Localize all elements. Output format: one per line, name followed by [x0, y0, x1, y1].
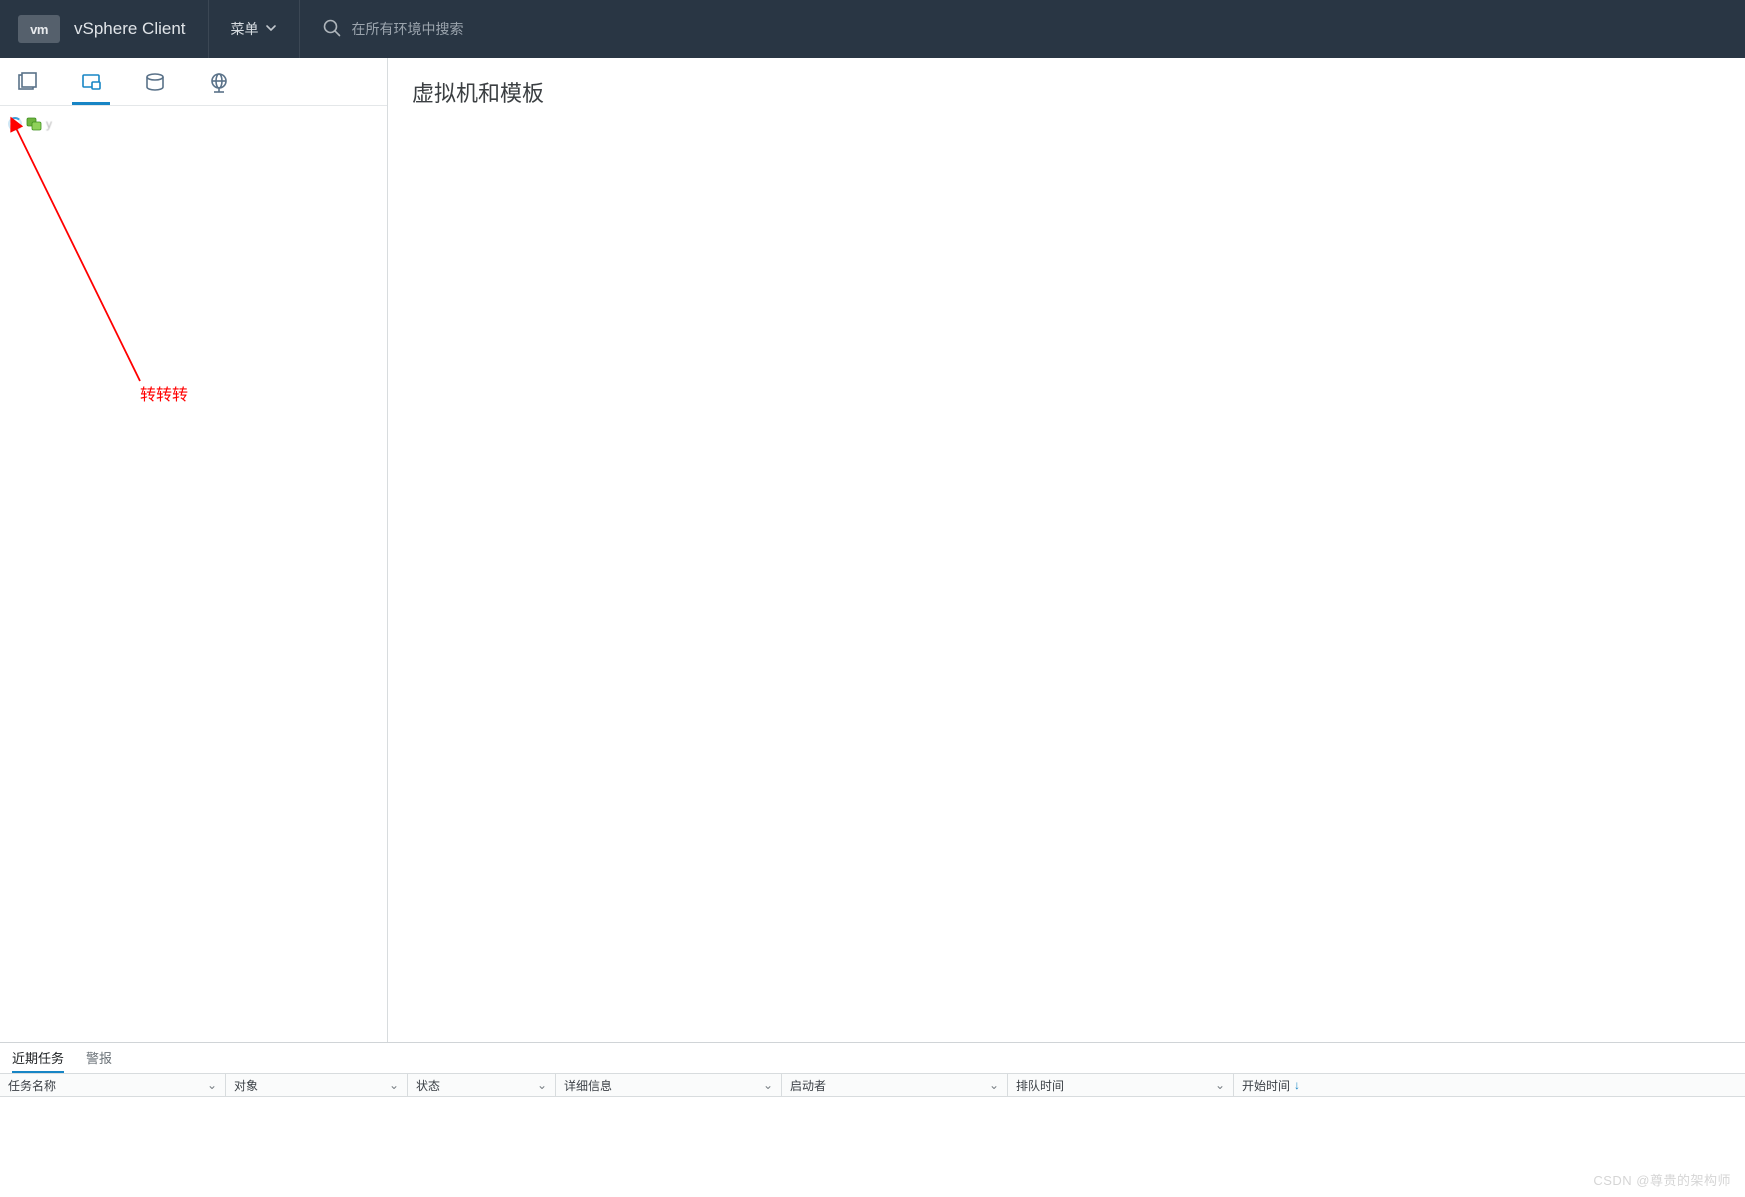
menu-dropdown[interactable]: 菜单: [231, 19, 277, 39]
tab-networking[interactable]: [204, 60, 234, 104]
col-start-time[interactable]: 开始时间 ↓: [1234, 1074, 1745, 1096]
chevron-down-icon: ⌄: [757, 1078, 773, 1092]
loading-spinner-icon: [8, 117, 22, 131]
divider: [208, 0, 209, 58]
tab-alarms[interactable]: 警报: [86, 1048, 112, 1073]
chevron-down-icon: [265, 21, 277, 37]
tasks-table-header: 任务名称 ⌄ 对象 ⌄ 状态 ⌄ 详细信息 ⌄ 启动者 ⌄ 排队时间 ⌄ 开始时…: [0, 1073, 1745, 1097]
tree-item-label: y: [46, 117, 52, 131]
col-task-name[interactable]: 任务名称 ⌄: [0, 1074, 226, 1096]
vcenter-icon: [26, 116, 42, 132]
tree-item-vcenter[interactable]: y: [4, 112, 383, 136]
body-row: y 转转转 虚拟机和模板: [0, 58, 1745, 1042]
vmware-logo: vm: [18, 15, 60, 43]
search-wrap: [322, 18, 612, 41]
sort-descending-icon: ↓: [1294, 1078, 1300, 1092]
col-target[interactable]: 对象 ⌄: [226, 1074, 408, 1096]
chevron-down-icon: ⌄: [983, 1078, 999, 1092]
chevron-down-icon: ⌄: [201, 1078, 217, 1092]
hosts-icon: [16, 71, 38, 93]
chevron-down-icon: ⌄: [383, 1078, 399, 1092]
divider: [299, 0, 300, 58]
app-title: vSphere Client: [74, 19, 186, 39]
network-icon: [208, 71, 230, 93]
search-icon: [322, 18, 342, 41]
chevron-down-icon: ⌄: [1209, 1078, 1225, 1092]
page-title: 虚拟机和模板: [412, 76, 1721, 108]
col-status[interactable]: 状态 ⌄: [408, 1074, 556, 1096]
menu-label: 菜单: [231, 19, 259, 39]
col-details[interactable]: 详细信息 ⌄: [556, 1074, 782, 1096]
col-initiator[interactable]: 启动者 ⌄: [782, 1074, 1008, 1096]
col-queued[interactable]: 排队时间 ⌄: [1008, 1074, 1234, 1096]
bottom-tabs: 近期任务 警报: [0, 1043, 1745, 1073]
tasks-table-body: [0, 1097, 1745, 1197]
tab-storage[interactable]: [140, 60, 170, 104]
main-content: 虚拟机和模板: [388, 58, 1745, 1042]
sidebar: y 转转转: [0, 58, 388, 1042]
inventory-tree: y 转转转: [0, 106, 387, 142]
annotation-text: 转转转: [140, 381, 188, 405]
annotation-arrow: [0, 106, 387, 426]
tab-vms-templates[interactable]: [76, 60, 106, 104]
top-bar: vm vSphere Client 菜单: [0, 0, 1745, 58]
chevron-down-icon: ⌄: [531, 1078, 547, 1092]
bottom-panel: 近期任务 警报 任务名称 ⌄ 对象 ⌄ 状态 ⌄ 详细信息 ⌄ 启动者 ⌄ 排队…: [0, 1042, 1745, 1197]
vms-icon: [80, 71, 102, 93]
tab-hosts-clusters[interactable]: [12, 60, 42, 104]
inventory-tabs: [0, 58, 387, 106]
storage-icon: [144, 71, 166, 93]
tab-recent-tasks[interactable]: 近期任务: [12, 1048, 64, 1073]
search-input[interactable]: [352, 21, 612, 37]
